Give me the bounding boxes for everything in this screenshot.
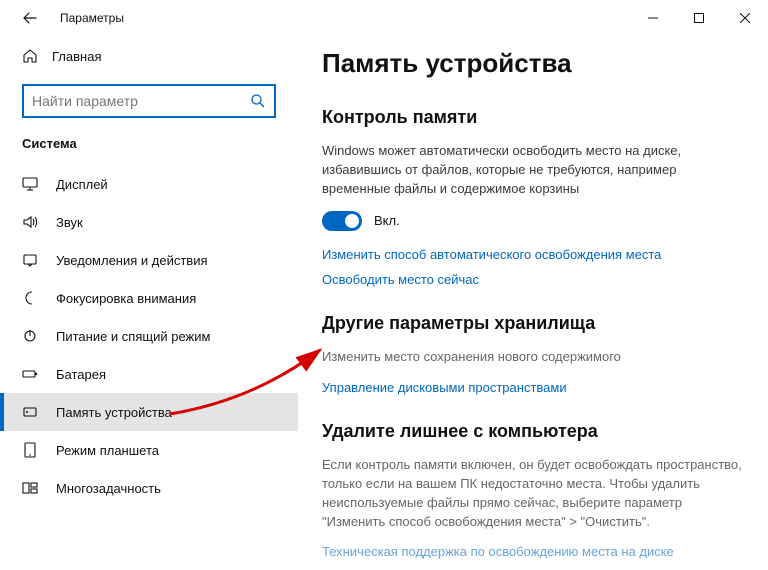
sidebar-item-label: Фокусировка внимания	[56, 291, 276, 306]
monitor-icon	[22, 176, 38, 192]
close-icon	[740, 13, 750, 23]
sidebar-section-title: Система	[0, 136, 298, 165]
sidebar-item-tablet[interactable]: Режим планшета	[0, 431, 298, 469]
cleanup-section: Удалите лишнее с компьютера Если контрол…	[322, 421, 744, 558]
other-storage-heading: Другие параметры хранилища	[322, 313, 744, 334]
sidebar-item-label: Уведомления и действия	[56, 253, 276, 268]
search-input[interactable]	[22, 84, 276, 118]
storage-icon	[22, 404, 38, 420]
sidebar-item-notification[interactable]: Уведомления и действия	[0, 241, 298, 279]
cleanup-heading: Удалите лишнее с компьютера	[322, 421, 744, 442]
page-title: Память устройства	[322, 48, 744, 79]
moon-icon	[22, 290, 38, 306]
sidebar-item-label: Батарея	[56, 367, 276, 382]
window-title: Параметры	[60, 11, 124, 25]
sidebar-item-label: Режим планшета	[56, 443, 276, 458]
sidebar-item-moon[interactable]: Фокусировка внимания	[0, 279, 298, 317]
sidebar-item-label: Питание и спящий режим	[56, 329, 276, 344]
change-save-location-link[interactable]: Изменить место сохранения нового содержи…	[322, 348, 742, 367]
sidebar-item-monitor[interactable]: Дисплей	[0, 165, 298, 203]
toggle-state-label: Вкл.	[374, 213, 400, 228]
search-icon	[250, 93, 266, 109]
sidebar-item-multitask[interactable]: Многозадачность	[0, 469, 298, 507]
sidebar-item-label: Многозадачность	[56, 481, 276, 496]
minimize-button[interactable]	[630, 2, 676, 34]
close-button[interactable]	[722, 2, 768, 34]
power-icon	[22, 328, 38, 344]
sidebar-item-label: Дисплей	[56, 177, 276, 192]
main-content: Память устройства Контроль памяти Window…	[298, 36, 768, 570]
storage-sense-heading: Контроль памяти	[322, 107, 744, 128]
manage-storage-spaces-link[interactable]: Управление дисковыми пространствами	[322, 380, 744, 395]
notification-icon	[22, 252, 38, 268]
sidebar-item-label: Память устройства	[56, 405, 276, 420]
minimize-icon	[648, 13, 658, 23]
sidebar-item-battery[interactable]: Батарея	[0, 355, 298, 393]
multitask-icon	[22, 480, 38, 496]
sound-icon	[22, 214, 38, 230]
home-icon	[22, 48, 38, 64]
home-label: Главная	[52, 49, 101, 64]
titlebar: Параметры	[0, 0, 768, 36]
other-storage-section: Другие параметры хранилища Изменить мест…	[322, 313, 744, 396]
free-space-now-link[interactable]: Освободить место сейчас	[322, 272, 744, 287]
sidebar-item-storage[interactable]: Память устройства	[0, 393, 298, 431]
storage-sense-toggle[interactable]	[322, 211, 362, 231]
maximize-icon	[694, 13, 704, 23]
back-button[interactable]	[14, 2, 46, 34]
arrow-left-icon	[23, 11, 37, 25]
storage-sense-description: Windows может автоматически освободить м…	[322, 142, 742, 199]
sidebar: Главная Система Дисплей Звук Уведомления и…	[0, 36, 298, 570]
search-field[interactable]	[32, 93, 250, 109]
home-link[interactable]: Главная	[0, 40, 298, 72]
tablet-icon	[22, 442, 38, 458]
sidebar-item-sound[interactable]: Звук	[0, 203, 298, 241]
sidebar-item-power[interactable]: Питание и спящий режим	[0, 317, 298, 355]
sidebar-item-label: Звук	[56, 215, 276, 230]
storage-sense-section: Контроль памяти Windows может автоматиче…	[322, 107, 744, 287]
tech-support-link[interactable]: Техническая поддержка по освобождению ме…	[322, 544, 744, 559]
cleanup-description: Если контроль памяти включен, он будет о…	[322, 456, 742, 531]
battery-icon	[22, 366, 38, 382]
configure-auto-free-link[interactable]: Изменить способ автоматического освобожд…	[322, 247, 744, 262]
maximize-button[interactable]	[676, 2, 722, 34]
